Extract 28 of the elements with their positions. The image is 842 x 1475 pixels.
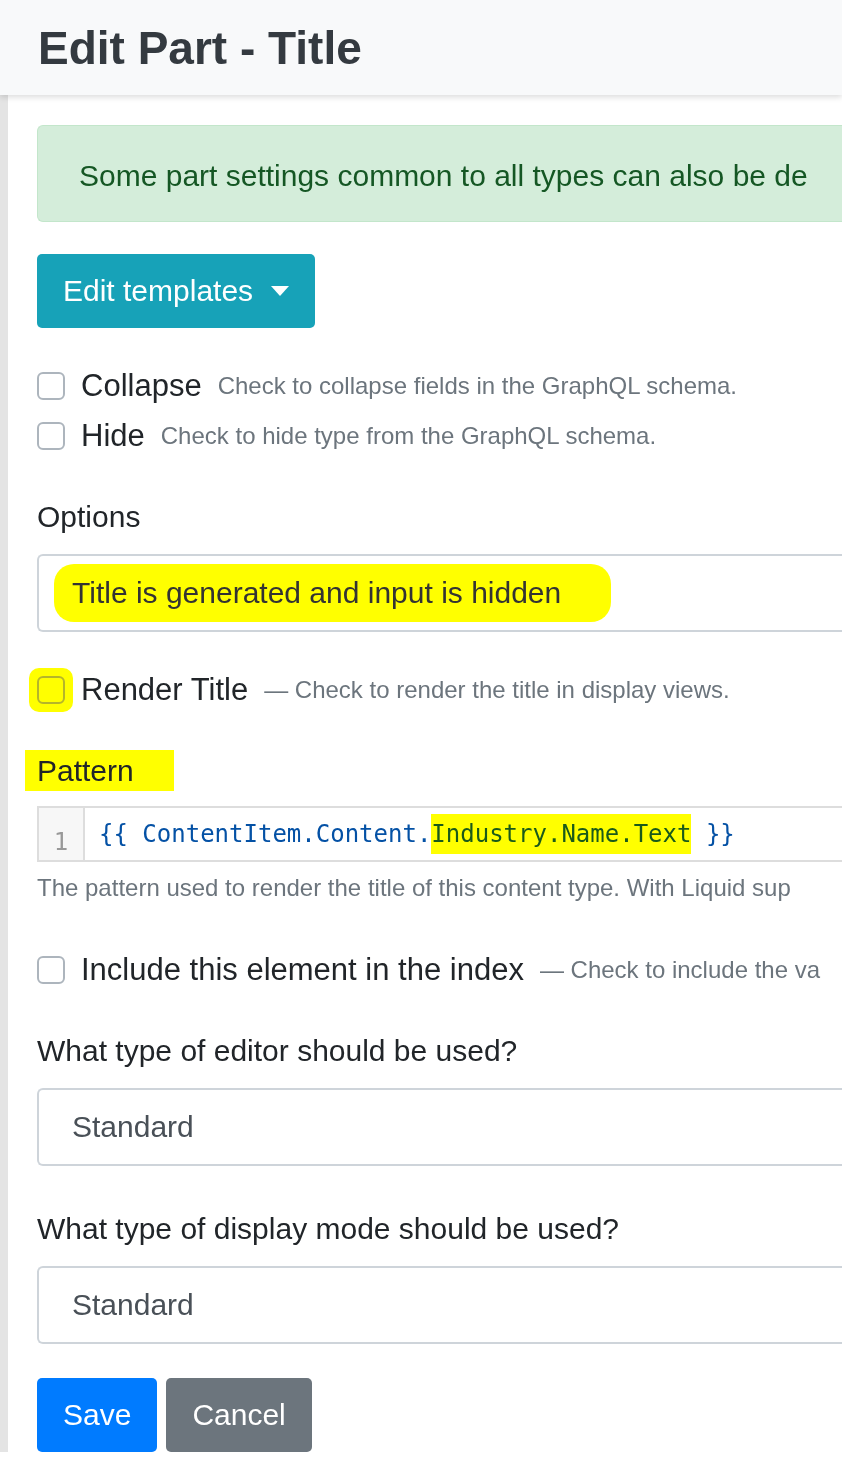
- field-label: Options: [37, 500, 142, 534]
- line-number: 1: [39, 808, 85, 860]
- options-select[interactable]: Title is generated and input is hidden: [37, 554, 842, 632]
- checkbox-hint: — Check to include the va: [539, 956, 821, 984]
- checkbox-label: Collapse: [81, 368, 202, 404]
- cancel-button[interactable]: Cancel: [166, 1378, 312, 1452]
- info-alert: Some part settings common to all types can also be de: [37, 125, 842, 222]
- checkbox-hint: Check to hide type from the GraphQL schema.: [160, 422, 657, 450]
- checkbox-label: Hide: [81, 418, 145, 454]
- field-label: Pattern: [25, 750, 174, 791]
- select-field[interactable]: Standard: [37, 1266, 842, 1344]
- checkbox-label: Render Title: [81, 672, 249, 708]
- select-field[interactable]: Standard: [37, 1088, 842, 1166]
- field-hint: The pattern used to render the title of this content type. With Liquid sup: [37, 874, 792, 902]
- field-label: What type of display mode should be used?: [37, 1212, 621, 1246]
- checkbox-label: Include this element in the index: [81, 952, 524, 988]
- checkbox[interactable]: [37, 956, 65, 984]
- code-editor[interactable]: 1 {{ ContentItem.Content.Industry.Name.Text }}: [37, 806, 842, 862]
- checkbox-hint: Check to collapse fields in the GraphQL schema.: [217, 372, 737, 400]
- checkbox-hint: — Check to render the title in display views.: [264, 676, 730, 704]
- page-title: Edit Part - Title: [38, 20, 362, 75]
- checkbox[interactable]: [37, 676, 65, 704]
- caret-icon: [271, 286, 290, 296]
- save-button[interactable]: Save: [37, 1378, 158, 1452]
- code-line: {{ ContentItem.Content.Industry.Name.Text }}: [85, 808, 735, 860]
- checkbox[interactable]: [37, 422, 65, 450]
- field-label: What type of editor should be used?: [37, 1034, 519, 1068]
- checkbox[interactable]: [37, 372, 65, 400]
